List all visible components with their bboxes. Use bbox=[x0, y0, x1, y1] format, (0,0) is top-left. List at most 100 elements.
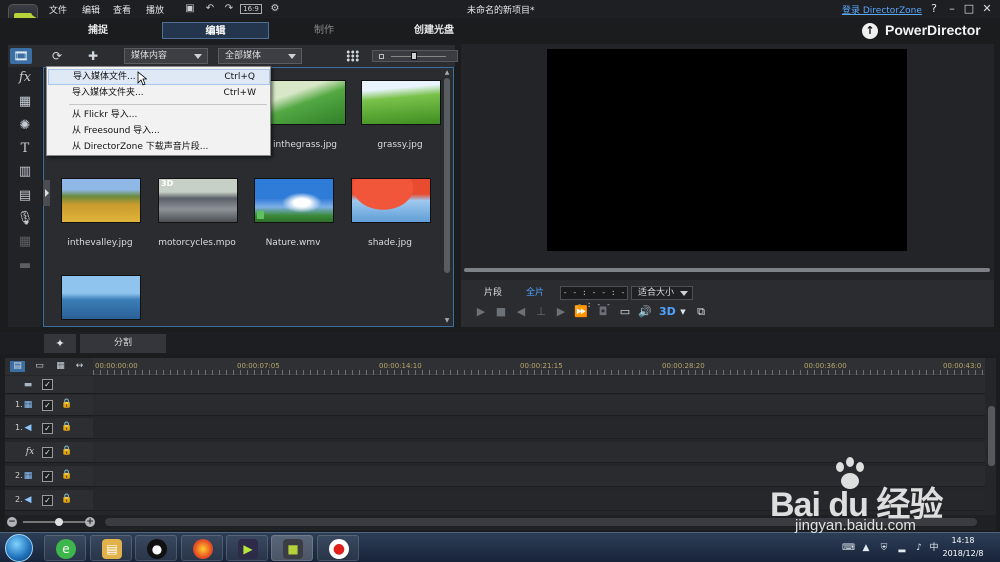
subtitle-icon[interactable]: ▬ bbox=[14, 257, 36, 275]
menu-item-download-directorzone[interactable]: 从 DirectorZone 下载声音片段... bbox=[48, 139, 270, 155]
track-manager-icon[interactable]: ▦ bbox=[53, 361, 68, 372]
pip-objects-icon[interactable]: ▦ bbox=[14, 93, 36, 111]
taskbar-app[interactable]: ● bbox=[135, 535, 177, 561]
save-icon[interactable]: ▣ bbox=[183, 2, 197, 15]
effects-room-icon[interactable]: fx bbox=[14, 69, 36, 87]
volume-icon[interactable]: ♪ bbox=[913, 542, 925, 554]
plugins-icon[interactable]: ✚ bbox=[82, 48, 104, 64]
track-enable-checkbox[interactable]: ✓ bbox=[42, 495, 53, 506]
track-enable-checkbox[interactable]: ✓ bbox=[42, 400, 53, 411]
taskbar-app[interactable]: ▶ bbox=[226, 535, 268, 561]
lock-icon[interactable]: 🔒 bbox=[61, 470, 72, 482]
track-lane[interactable] bbox=[93, 418, 985, 439]
taskbar-app[interactable]: ▤ bbox=[90, 535, 132, 561]
audio-mixing-icon[interactable]: ▤ bbox=[14, 187, 36, 205]
movie-mode-button[interactable]: 全片 bbox=[517, 286, 553, 300]
zoom-in-icon[interactable]: + bbox=[85, 517, 95, 527]
redo-icon[interactable]: ↷ bbox=[222, 2, 236, 15]
slider-thumb[interactable] bbox=[411, 52, 417, 60]
fit-timeline-icon[interactable]: ↔ bbox=[72, 361, 87, 372]
menu-item-import-flickr[interactable]: 从 Flickr 导入... bbox=[48, 107, 270, 123]
chapter-icon[interactable]: ▦ bbox=[14, 233, 36, 251]
menu-view[interactable]: 查看 bbox=[113, 3, 131, 16]
timecode-display[interactable]: - - : - - : - - : - - bbox=[560, 286, 628, 309]
scroll-up-icon[interactable]: ▲ bbox=[443, 70, 451, 76]
track-enable-checkbox[interactable]: ✓ bbox=[42, 447, 53, 458]
settings-icon[interactable]: ⚙ bbox=[268, 2, 282, 15]
thumbnail-size-slider[interactable] bbox=[372, 50, 458, 62]
scroll-down-icon[interactable]: ▼ bbox=[443, 318, 451, 324]
tab-produce[interactable]: 制作 bbox=[294, 22, 354, 39]
taskbar-app[interactable]: ■ bbox=[271, 535, 313, 561]
library-collapse-handle[interactable] bbox=[43, 180, 50, 206]
restore-button[interactable]: □ bbox=[961, 1, 977, 16]
aspect-ratio-button[interactable]: 16:9 bbox=[240, 4, 262, 14]
lock-icon[interactable]: 🔒 bbox=[61, 422, 72, 434]
clock-date[interactable]: 2018/12/8 bbox=[938, 549, 988, 558]
storyboard-view-icon[interactable]: ▭ bbox=[32, 361, 47, 372]
menu-item-import-media-folder[interactable]: 导入媒体文件夹... Ctrl+W bbox=[48, 85, 270, 101]
undo-icon[interactable]: ↶ bbox=[203, 2, 217, 15]
split-point-icon[interactable]: ⊥ bbox=[533, 304, 549, 320]
3d-dropdown-icon[interactable]: ▼ bbox=[675, 304, 691, 320]
menu-play[interactable]: 播放 bbox=[146, 3, 164, 16]
zoom-slider-thumb[interactable] bbox=[55, 518, 63, 526]
undock-preview-icon[interactable]: ⧉ bbox=[693, 304, 709, 320]
start-button-icon[interactable] bbox=[5, 534, 33, 562]
tray-expand-icon[interactable]: ▲ bbox=[860, 542, 872, 554]
stop-icon[interactable]: ■ bbox=[493, 304, 509, 320]
voice-over-icon[interactable]: 🎙 bbox=[14, 210, 36, 228]
title-room-icon[interactable]: T bbox=[14, 140, 36, 158]
track-enable-checkbox[interactable]: ✓ bbox=[42, 423, 53, 434]
timeline-ruler[interactable]: 00:00:00:00 00:00:07:05 00:00:14:10 00:0… bbox=[93, 358, 985, 375]
zoom-out-icon[interactable]: − bbox=[7, 517, 17, 527]
tab-capture[interactable]: 捕捉 bbox=[68, 22, 128, 39]
minimize-button[interactable]: – bbox=[944, 1, 960, 16]
tab-edit[interactable]: 编辑 bbox=[162, 22, 269, 39]
directorzone-login-link[interactable]: 登录 DirectorZone bbox=[842, 3, 922, 16]
dual-monitor-icon[interactable]: ▭ bbox=[617, 304, 633, 320]
security-icon[interactable]: ⛨ bbox=[878, 542, 890, 554]
play-icon[interactable]: ▶ bbox=[473, 304, 489, 320]
volume-icon[interactable]: 🔊 bbox=[637, 304, 653, 320]
snapshot-icon[interactable]: ◘ bbox=[595, 304, 611, 320]
taskbar-app[interactable] bbox=[181, 535, 223, 561]
library-scrollbar[interactable]: ▲ ▼ bbox=[443, 70, 451, 324]
lock-icon[interactable]: 🔒 bbox=[61, 494, 72, 506]
menu-edit[interactable]: 编辑 bbox=[82, 3, 100, 16]
track-lane[interactable] bbox=[93, 376, 985, 394]
split-button[interactable]: 分割 bbox=[80, 334, 166, 353]
particle-icon[interactable]: ✺ bbox=[14, 117, 36, 135]
taskbar-app[interactable]: e bbox=[44, 535, 86, 561]
lock-icon[interactable]: 🔒 bbox=[61, 399, 72, 411]
grid-view-icon[interactable] bbox=[346, 50, 359, 62]
timeline-view-icon[interactable]: ▤ bbox=[10, 361, 25, 372]
close-button[interactable]: ✕ bbox=[979, 1, 995, 16]
magic-tools-icon[interactable]: ✦ bbox=[44, 334, 76, 353]
import-media-icon[interactable]: ⟳ bbox=[46, 48, 68, 64]
taskbar-app[interactable]: ● bbox=[317, 535, 359, 561]
transition-icon[interactable]: ▥ bbox=[14, 163, 36, 181]
keyboard-icon[interactable]: ⌨ bbox=[842, 542, 855, 554]
network-icon[interactable]: ▂ bbox=[896, 542, 908, 554]
menu-file[interactable]: 文件 bbox=[49, 3, 67, 16]
3d-mode-button[interactable]: 3D bbox=[659, 304, 676, 320]
help-button[interactable]: ? bbox=[926, 1, 942, 16]
track-enable-checkbox[interactable]: ✓ bbox=[42, 379, 53, 390]
previous-frame-icon[interactable]: ◀ bbox=[513, 304, 529, 320]
menu-item-import-freesound[interactable]: 从 Freesound 导入... bbox=[48, 123, 270, 139]
media-room-icon[interactable]: 🎞 bbox=[10, 48, 32, 64]
next-frame-icon[interactable]: ▶ bbox=[553, 304, 569, 320]
preview-scrubber[interactable] bbox=[464, 268, 990, 272]
tab-create-disc[interactable]: 创建光盘 bbox=[404, 22, 464, 39]
clip-mode-button[interactable]: 片段 bbox=[475, 286, 511, 300]
menu-item-import-media-files[interactable]: 导入媒体文件... Ctrl+Q bbox=[48, 69, 270, 85]
fit-size-dropdown[interactable]: 适合大小 bbox=[631, 286, 693, 300]
preview-screen[interactable] bbox=[547, 49, 907, 251]
media-content-dropdown[interactable]: 媒体内容 bbox=[124, 48, 208, 64]
fast-forward-icon[interactable]: ⏩ bbox=[573, 304, 589, 320]
media-filter-dropdown[interactable]: 全部媒体 bbox=[218, 48, 302, 64]
scrollbar-thumb[interactable] bbox=[444, 78, 450, 273]
track-lane[interactable] bbox=[93, 395, 985, 416]
upgrade-icon[interactable]: ↑ bbox=[862, 23, 878, 39]
